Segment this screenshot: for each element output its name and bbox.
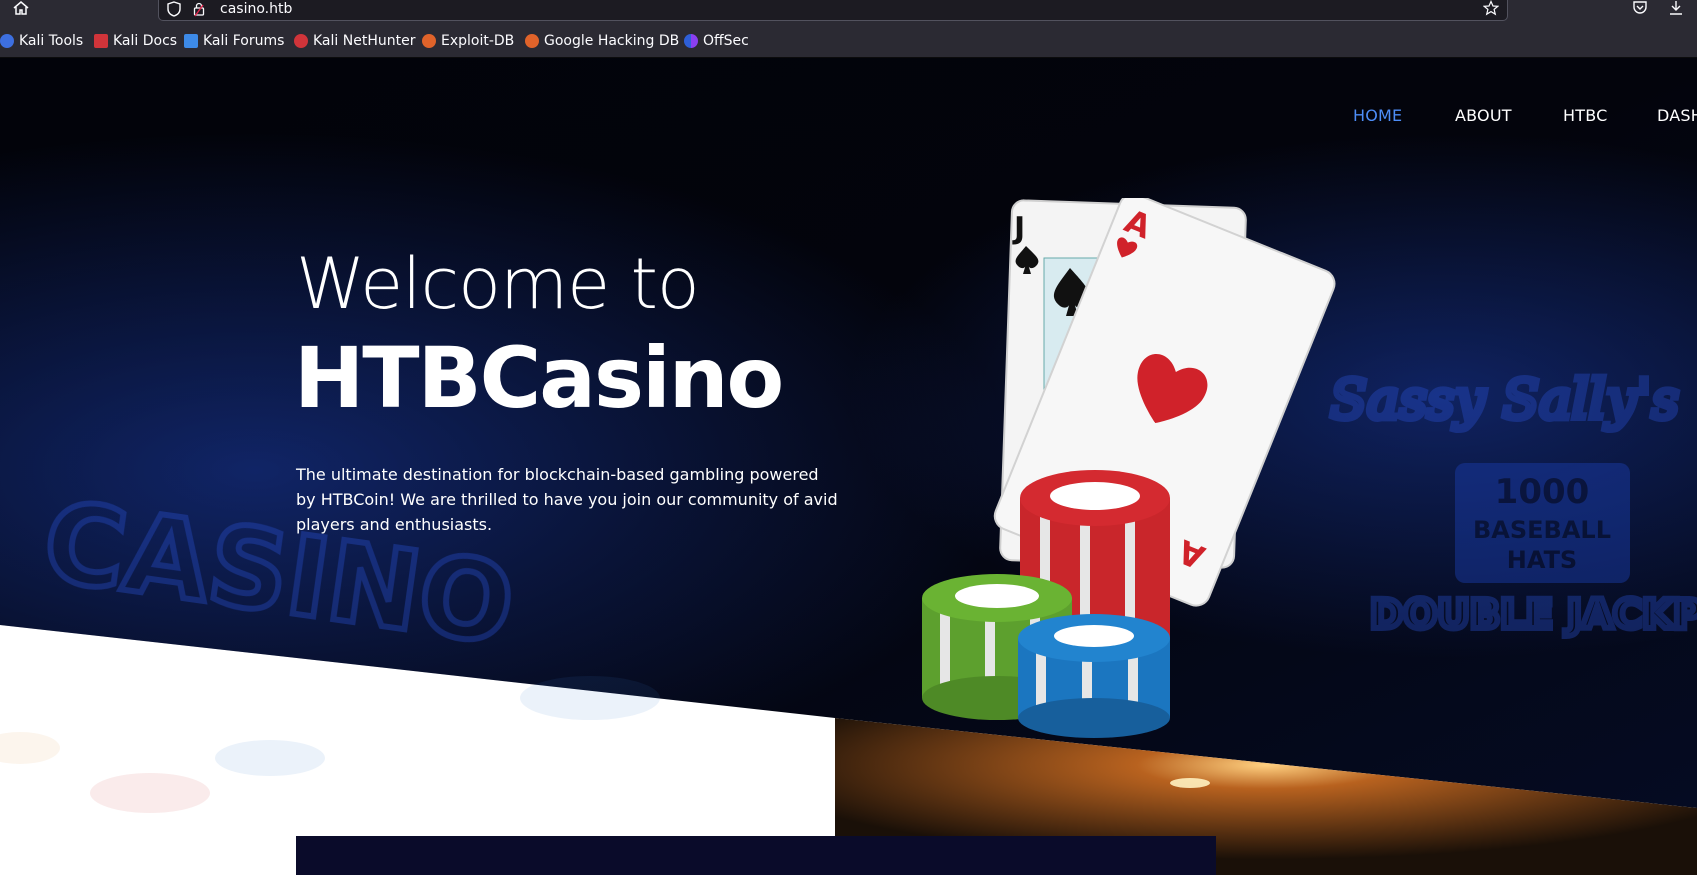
hero-title-welcome: Welcome to [296, 243, 700, 325]
bookmark-label: Kali NetHunter [313, 33, 416, 49]
kali-nethunter-icon [294, 34, 308, 48]
lock-icon[interactable] [193, 1, 207, 19]
bookmark-kali-forums[interactable]: Kali Forums [184, 32, 284, 50]
bookmark-label: Google Hacking DB [544, 33, 680, 49]
kali-forums-icon [184, 34, 198, 48]
bookmark-label: Kali Tools [19, 33, 84, 49]
bookmark-label: OffSec [703, 33, 749, 49]
bookmarks-bar: Kali Tools Kali Docs Kali Forums Kali Ne… [0, 22, 1697, 58]
nav-home[interactable]: HOME [1353, 106, 1402, 125]
page: CASINO Sassy Sally's DOUBLE JACKPOT 1000… [0, 58, 1697, 875]
url-bar[interactable]: casino.htb [158, 0, 1508, 21]
cards-and-chips-illustration: J A A [922, 198, 1336, 738]
svg-text:Sassy Sally's: Sassy Sally's [1330, 368, 1679, 431]
blue-chip-stack [1018, 614, 1170, 738]
svg-text:HATS: HATS [1507, 546, 1577, 574]
offsec-icon [684, 34, 698, 48]
bookmark-exploit-db[interactable]: Exploit-DB [422, 32, 514, 50]
bookmark-google-hacking-db[interactable]: Google Hacking DB [525, 32, 679, 50]
url-text[interactable]: casino.htb [220, 1, 292, 17]
hero-section: CASINO Sassy Sally's DOUBLE JACKPOT 1000… [0, 58, 1697, 875]
svg-text:DOUBLE JACKPOT: DOUBLE JACKPOT [1370, 592, 1697, 638]
bookmark-label: Kali Docs [113, 33, 178, 49]
bookmark-offsec[interactable]: OffSec [684, 32, 749, 50]
hero-title-brand: HTBCasino [294, 329, 784, 427]
exploit-db-icon [422, 34, 436, 48]
nav-htbc[interactable]: HTBC [1563, 106, 1607, 125]
bookmark-kali-nethunter[interactable]: Kali NetHunter [294, 32, 415, 50]
google-hacking-db-icon [525, 34, 539, 48]
shield-icon[interactable] [167, 1, 183, 19]
kali-tools-icon [0, 34, 14, 48]
kali-docs-icon [94, 34, 108, 48]
bookmark-label: Kali Forums [203, 33, 285, 49]
pocket-icon[interactable] [1632, 0, 1652, 18]
browser-toolbar: casino.htb [0, 0, 1697, 22]
home-icon[interactable] [12, 0, 34, 18]
download-icon[interactable] [1668, 0, 1688, 18]
svg-text:J: J [1012, 211, 1025, 246]
nav-about[interactable]: ABOUT [1455, 106, 1512, 125]
hero-description: The ultimate destination for blockchain-… [296, 465, 838, 534]
svg-text:BASEBALL: BASEBALL [1473, 516, 1611, 544]
bookmark-kali-tools[interactable]: Kali Tools [0, 32, 83, 50]
content-panel [296, 836, 1216, 875]
hero-background: CASINO Sassy Sally's DOUBLE JACKPOT 1000… [0, 58, 1697, 875]
bookmark-kali-docs[interactable]: Kali Docs [94, 32, 177, 50]
star-icon[interactable] [1482, 0, 1501, 18]
bookmark-label: Exploit-DB [441, 33, 515, 49]
nav-dashboard[interactable]: DASH [1657, 106, 1697, 125]
svg-text:1000: 1000 [1495, 472, 1590, 512]
